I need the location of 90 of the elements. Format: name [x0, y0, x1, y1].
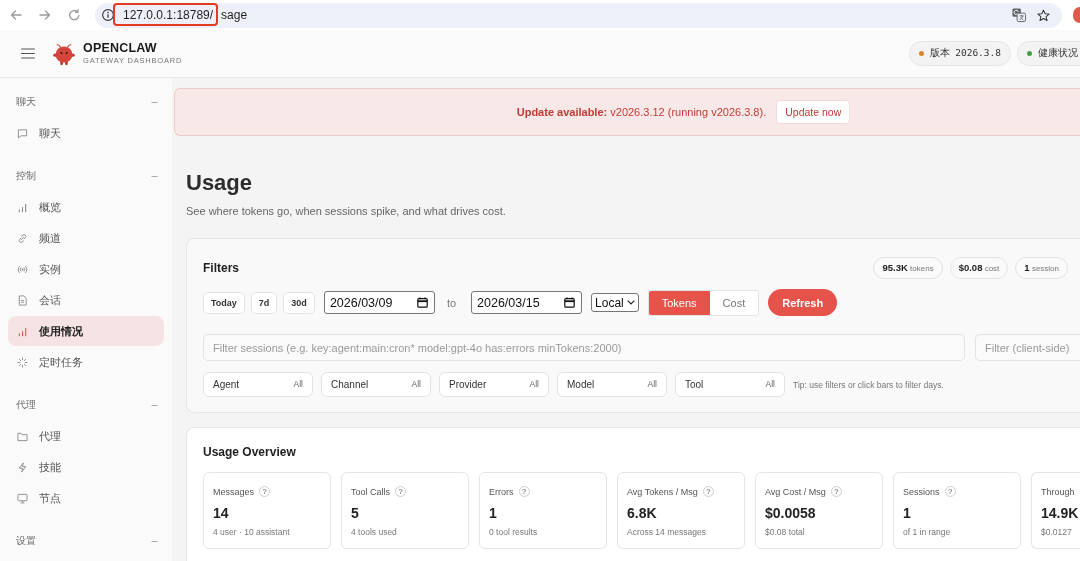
- section-title: 代理: [16, 398, 36, 412]
- nav-item[interactable]: 节点: [8, 483, 164, 513]
- calendar-icon: [416, 297, 428, 308]
- stat-detail: $0.08 total: [765, 527, 805, 537]
- refresh-button[interactable]: Refresh: [768, 289, 838, 316]
- nav-item[interactable]: 代理: [8, 421, 164, 451]
- session-filter-field[interactable]: Filter sessions (e.g. key:agent:main:cron* model:gpt-4o has:errors minTokens:2000): [203, 334, 965, 361]
- range-button[interactable]: Today: [203, 291, 245, 314]
- date-field[interactable]: 2026/03/09: [323, 291, 435, 314]
- status-label: 健康状况: [1038, 47, 1078, 60]
- filter-dropdown[interactable]: Model All: [557, 372, 667, 397]
- stat-value: 6.8K: [627, 504, 657, 522]
- stat-value: 14: [213, 504, 229, 522]
- filter-dropdown[interactable]: Agent All: [203, 372, 313, 397]
- url-path-text: sage: [221, 8, 248, 22]
- stat-detail: $0.0127: [1041, 527, 1072, 537]
- reload-icon[interactable]: [68, 9, 80, 21]
- stat-value: 5: [351, 504, 359, 522]
- stat-label: Avg Cost / Msg: [765, 486, 826, 497]
- page-title: Usage: [186, 170, 254, 196]
- menu-icon[interactable]: [21, 48, 35, 59]
- nav-item[interactable]: 使用情况: [8, 316, 164, 346]
- forward-arrow-icon[interactable]: [39, 9, 51, 21]
- star-icon[interactable]: [1037, 8, 1050, 22]
- nav-item[interactable]: 频道: [8, 223, 164, 253]
- stat-label: Through: [1041, 486, 1075, 497]
- translate-icon[interactable]: [1012, 8, 1026, 22]
- range-button[interactable]: 7d: [250, 291, 278, 314]
- card-title: Usage Overview: [203, 444, 297, 460]
- page-subtitle: See where tokens go, when sessions spike, and what drives cost.: [186, 204, 507, 218]
- stat-label: Sessions: [903, 486, 940, 497]
- summary-chip: 1 session: [1015, 257, 1068, 279]
- nav-item[interactable]: 聊天: [8, 118, 164, 148]
- lightning-icon: [17, 461, 28, 473]
- stat-detail: of 1 in range: [903, 527, 951, 537]
- calendar-icon: [564, 297, 576, 308]
- broadcast-icon: [17, 263, 28, 275]
- chevron-down-icon: [626, 300, 635, 305]
- bar-chart-icon: [17, 325, 28, 337]
- nav-item[interactable]: 会话: [8, 285, 164, 315]
- brand-name: OPENCLAW: [83, 41, 158, 55]
- back-arrow-icon[interactable]: [10, 9, 22, 21]
- filter-dropdown[interactable]: Channel All: [321, 372, 431, 397]
- stat-value: 1: [489, 504, 497, 522]
- nav-item[interactable]: 定时任务: [8, 347, 164, 377]
- stat-label: Tool Calls: [351, 486, 390, 497]
- stat-label: Errors: [489, 486, 514, 497]
- tip-text: Tip: use filters or click bars to filter days.: [793, 379, 944, 390]
- stat-detail: 4 tools used: [351, 527, 397, 537]
- section-title: 设置: [16, 534, 36, 548]
- client-filter-field[interactable]: Filter (client-side): [975, 334, 1080, 361]
- stat-detail: 4 user · 10 assistant: [213, 527, 290, 537]
- filter-dropdown[interactable]: Tool All: [675, 372, 785, 397]
- summary-chip: 95.3K tokens: [873, 257, 943, 279]
- status-label: 版本 2026.3.8: [929, 47, 1001, 60]
- profile-avatar-icon[interactable]: [1073, 7, 1080, 23]
- nav-item[interactable]: 概览: [8, 192, 164, 222]
- filter-dropdown[interactable]: Provider All: [439, 372, 549, 397]
- bar-chart-icon: [17, 201, 28, 213]
- mascot-logo: [52, 41, 76, 66]
- section-title: 聊天: [16, 95, 36, 109]
- to-label: to: [446, 296, 457, 309]
- toggle-option[interactable]: Tokens: [648, 290, 710, 315]
- date-field[interactable]: 2026/03/15: [471, 291, 583, 314]
- card-title: Filters: [203, 261, 239, 275]
- url-host-text: 127.0.0.1:18789/: [123, 8, 214, 22]
- stat-value: $0.0058: [765, 504, 816, 522]
- chat-bubble-icon: [17, 127, 28, 139]
- monitor-icon: [17, 492, 28, 504]
- update-message: Update available: v2026.3.12 (running v2026.3.8).: [516, 106, 767, 118]
- nav-item[interactable]: 技能: [8, 452, 164, 482]
- document-icon: [17, 294, 28, 306]
- folder-icon: [17, 430, 28, 442]
- section-title: 控制: [16, 169, 36, 183]
- stat-detail: Across 14 messages: [627, 527, 706, 537]
- info-icon[interactable]: [102, 9, 114, 21]
- stat-detail: 0 tool results: [489, 527, 538, 537]
- nav-item[interactable]: 实例: [8, 254, 164, 284]
- timezone-select[interactable]: Local: [591, 293, 639, 312]
- stat-label: Messages: [213, 486, 255, 497]
- range-button[interactable]: 30d: [283, 291, 315, 314]
- toggle-option[interactable]: Cost: [709, 290, 759, 315]
- update-now-button[interactable]: Update now: [776, 100, 851, 124]
- summary-chip: $0.08 cost: [949, 257, 1009, 279]
- stat-value: 1: [903, 504, 911, 522]
- stat-value: 14.9K: [1041, 504, 1079, 522]
- stat-label: Avg Tokens / Msg: [627, 486, 698, 497]
- loader-icon: [17, 356, 28, 368]
- address-bar[interactable]: 127.0.0.1:18789/ sage: [95, 2, 1062, 28]
- link-icon: [17, 232, 28, 244]
